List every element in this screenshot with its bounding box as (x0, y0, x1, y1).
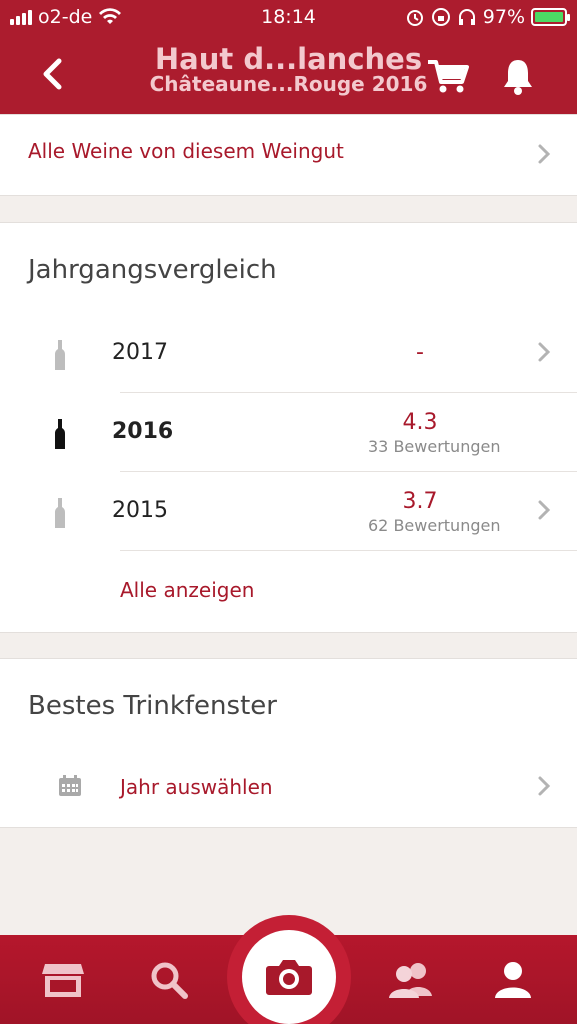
bottle-icon (55, 419, 65, 449)
profile-icon (495, 962, 531, 998)
back-button[interactable] (30, 52, 74, 96)
vintage-row-2016: 2016 4.3 33 Bewertungen (0, 394, 577, 472)
vintage-score: 4.3 (402, 410, 438, 435)
winery-wines-label: Alle Weine von diesem Weingut (28, 139, 344, 163)
vintage-row-2017[interactable]: 2017 - (0, 315, 577, 393)
wine-title: Haut d...lanches (154, 42, 423, 76)
battery-icon (531, 8, 570, 26)
bottle-icon (55, 498, 65, 528)
tab-profile[interactable] (488, 955, 538, 1005)
cart-button[interactable] (426, 56, 474, 100)
chevron-right-icon (538, 500, 551, 520)
tab-friends[interactable] (386, 955, 436, 1005)
chevron-right-icon (538, 144, 551, 164)
rotation-lock-icon (431, 8, 450, 26)
chevron-right-icon (538, 776, 551, 796)
cart-icon (428, 60, 469, 93)
camera-icon (266, 960, 312, 995)
bottle-icon (55, 340, 65, 370)
vintage-row-2015[interactable]: 2015 3.7 62 Bewertungen (0, 473, 577, 551)
vintage-score: - (416, 340, 424, 365)
vintage-year: 2016 (112, 419, 174, 444)
top-bar: o2-de 18:14 97% Haut d...lanches Château… (0, 0, 577, 115)
vintage-rating: 3.7 62 Bewertungen (368, 489, 501, 535)
battery-percent: 97% (482, 6, 525, 28)
vintage-year: 2017 (112, 340, 168, 365)
section-title: Bestes Trinkfenster (28, 691, 277, 721)
winery-wines-link[interactable]: Alle Weine von diesem Weingut (0, 114, 577, 196)
camera-button[interactable] (242, 930, 336, 1024)
calendar-icon (59, 775, 81, 796)
alarm-icon (406, 10, 423, 26)
vintage-rating-count: 62 Bewertungen (368, 516, 501, 535)
search-icon (151, 962, 188, 999)
headphones-icon (458, 9, 475, 25)
status-bar: o2-de 18:14 97% (0, 0, 577, 36)
chevron-right-icon (538, 342, 551, 362)
divider (120, 392, 577, 393)
drinking-window-section: Bestes Trinkfenster Jahr auswählen (0, 658, 577, 828)
wine-subtitle: Châteaune...Rouge 2016 (149, 72, 428, 97)
vintage-score: 3.7 (402, 489, 438, 514)
divider (120, 471, 577, 472)
tab-search[interactable] (144, 955, 194, 1005)
tab-camera[interactable] (227, 915, 351, 1024)
bell-icon (504, 60, 532, 95)
show-all-link[interactable]: Alle anzeigen (120, 578, 254, 602)
divider (120, 550, 577, 551)
tab-store[interactable] (38, 955, 88, 1005)
select-year-button[interactable]: Jahr auswählen (120, 775, 273, 799)
page-title: Haut d...lanches Châteaune...Rouge 2016 (120, 44, 457, 95)
back-icon (43, 58, 62, 90)
vintage-rating: - (368, 340, 472, 365)
section-title: Jahrgangsvergleich (28, 255, 277, 285)
friends-icon (389, 963, 432, 998)
notifications-button[interactable] (500, 56, 544, 100)
vintage-year: 2015 (112, 498, 168, 523)
vintage-rating: 4.3 33 Bewertungen (368, 410, 501, 456)
vintage-rating-count: 33 Bewertungen (368, 437, 501, 456)
vintage-comparison-section: Jahrgangsvergleich 2017 - 2016 4.3 33 Be… (0, 222, 577, 633)
store-icon (42, 964, 84, 997)
